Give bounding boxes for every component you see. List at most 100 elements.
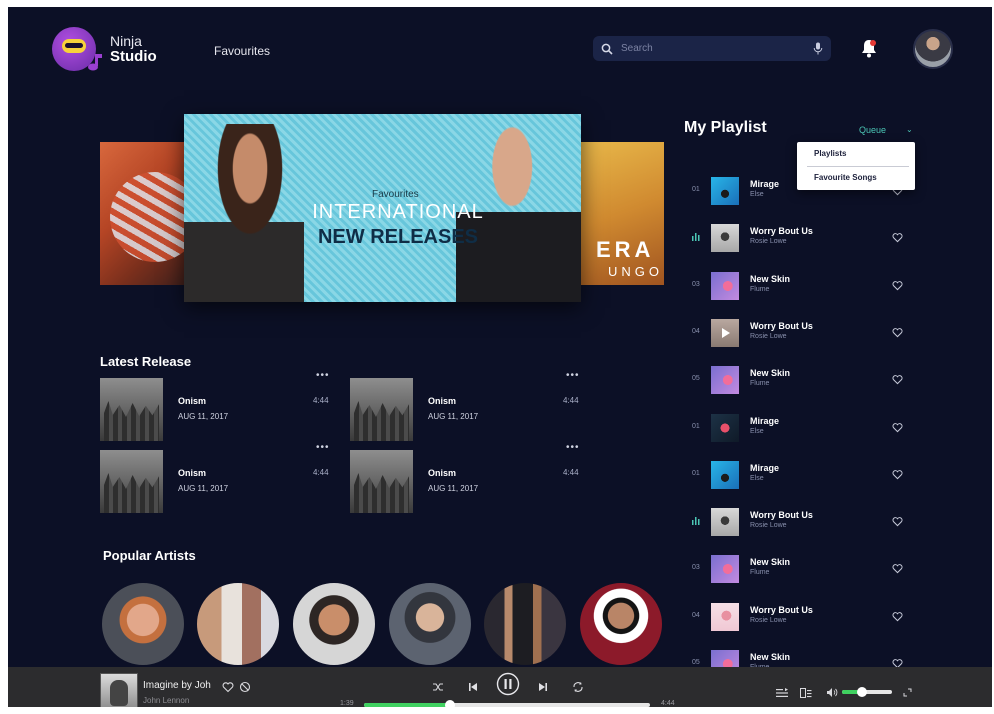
more-options-icon[interactable]: ••• [316,370,330,381]
heart-icon[interactable] [892,563,903,574]
playlist-row[interactable]: Worry Bout Us Rosie Lowe [684,507,916,537]
release-date: AUG 11, 2017 [178,412,229,421]
queue-dropdown[interactable]: Queue [859,125,886,135]
playlist-row[interactable]: 01 Mirage Else [684,460,916,490]
hero-banner[interactable]: Favourites INTERNATIONAL NEW RELEASES [184,114,581,302]
volume-handle[interactable] [857,687,867,697]
heart-icon[interactable] [892,374,903,385]
pause-button[interactable] [496,672,520,696]
release-cover [100,378,163,441]
release-name: Onism [428,468,457,478]
track-number: 01 [692,422,700,430]
track-artist: Flume [750,569,770,577]
artist-avatar[interactable] [578,581,664,667]
microphone-icon[interactable] [813,42,823,55]
track-title: New Skin [750,652,791,662]
track-cover [711,271,739,300]
artist-avatar[interactable] [482,581,568,667]
heart-icon[interactable] [892,469,903,480]
progress-fill [364,703,450,707]
previous-track-icon[interactable] [467,681,479,693]
playlist-row[interactable]: 04 Worry Bout Us Rosie Lowe [684,602,916,632]
more-options-icon[interactable]: ••• [566,442,580,453]
playlist-row[interactable]: 03 New Skin Flume [684,554,916,584]
search-input[interactable] [621,43,813,54]
music-note-icon [88,54,102,71]
heart-icon[interactable] [892,422,903,433]
track-title: Worry Bout Us [750,226,813,237]
heart-icon[interactable] [892,327,903,338]
release-card[interactable]: ••• Onism AUG 11, 2017 4:44 [100,442,340,515]
heart-icon[interactable] [892,280,903,291]
hero-tag: Favourites [372,189,419,200]
queue-list-icon[interactable] [776,688,788,698]
nav-favourites[interactable]: Favourites [214,44,270,58]
heart-icon[interactable] [892,516,903,527]
search-icon [601,43,613,55]
track-title: New Skin [750,557,791,568]
carousel-prev-card[interactable] [100,142,190,285]
next-card-title: ERA [596,237,655,262]
release-name: Onism [428,396,457,406]
release-cover [350,450,413,513]
playlist-row[interactable]: 03 New Skin Flume [684,271,916,301]
playlist-row[interactable]: Worry Bout Us Rosie Lowe [684,223,916,253]
track-number: 01 [692,469,700,477]
artist-avatar[interactable] [387,581,473,667]
dropdown-item-playlists[interactable]: Playlists [797,142,915,166]
track-number: 04 [692,327,700,335]
heart-icon[interactable] [222,681,234,693]
more-options-icon[interactable]: ••• [566,370,580,381]
progress-handle[interactable] [444,700,455,707]
track-number: 01 [692,186,700,193]
dropdown-item-favourite-songs[interactable]: Favourite Songs [797,166,915,190]
brand-name-line1: Ninja [110,33,142,49]
track-artist: Rosie Lowe [750,616,787,624]
track-artist: Rosie Lowe [750,332,787,340]
chevron-down-icon[interactable]: ⌄ [906,125,913,134]
artist-avatar[interactable] [100,581,186,667]
playlist-row[interactable]: 01 Mirage Else [684,413,916,443]
track-cover [711,460,739,489]
track-number: 04 [692,611,700,619]
release-cover [350,378,413,441]
repeat-icon[interactable] [572,681,584,693]
now-playing-cover [100,673,138,707]
track-title: New Skin [750,273,791,284]
artist-avatar[interactable] [291,581,377,667]
track-artist: Flume [750,285,770,293]
devices-icon[interactable] [800,688,812,698]
search-bar[interactable] [593,36,831,61]
play-icon[interactable] [711,319,739,347]
volume-icon[interactable] [826,687,838,698]
heart-icon[interactable] [892,611,903,622]
release-card[interactable]: ••• Onism AUG 11, 2017 4:44 [100,370,340,443]
user-avatar[interactable] [913,29,953,69]
brand-logo[interactable]: Ninja Studio [52,27,157,71]
block-icon[interactable] [239,681,251,693]
release-card[interactable]: ••• Onism AUG 11, 2017 4:44 [350,442,590,515]
playlist-row[interactable]: 04 Worry Bout Us Rosie Lowe [684,318,916,348]
fullscreen-icon[interactable] [903,688,912,697]
track-cover [711,602,739,631]
artist-avatar[interactable] [195,581,281,667]
track-title: Mirage [750,415,780,426]
next-track-icon[interactable] [537,681,549,693]
release-card[interactable]: ••• Onism AUG 11, 2017 4:44 [350,370,590,443]
hero-title-line1: INTERNATIONAL [312,201,484,223]
shuffle-icon[interactable] [432,681,444,693]
notification-dot [870,40,876,46]
progress-bar[interactable] [364,700,650,707]
playlist-row[interactable]: 05 New SkinFlume [684,365,916,395]
app-window: Ninja Studio Favourites ERA UNGO Favouri… [8,7,992,707]
release-duration: 4:44 [313,396,329,405]
heart-icon[interactable] [892,232,903,243]
now-playing-bars-icon [692,517,700,526]
volume-slider[interactable] [842,687,892,697]
release-name: Onism [178,468,207,478]
latest-release-heading: Latest Release [100,354,192,369]
track-number: 05 [692,659,700,666]
next-card-subtitle: UNGO [608,264,663,279]
carousel-next-card[interactable]: ERA UNGO [576,142,664,285]
more-options-icon[interactable]: ••• [316,442,330,453]
